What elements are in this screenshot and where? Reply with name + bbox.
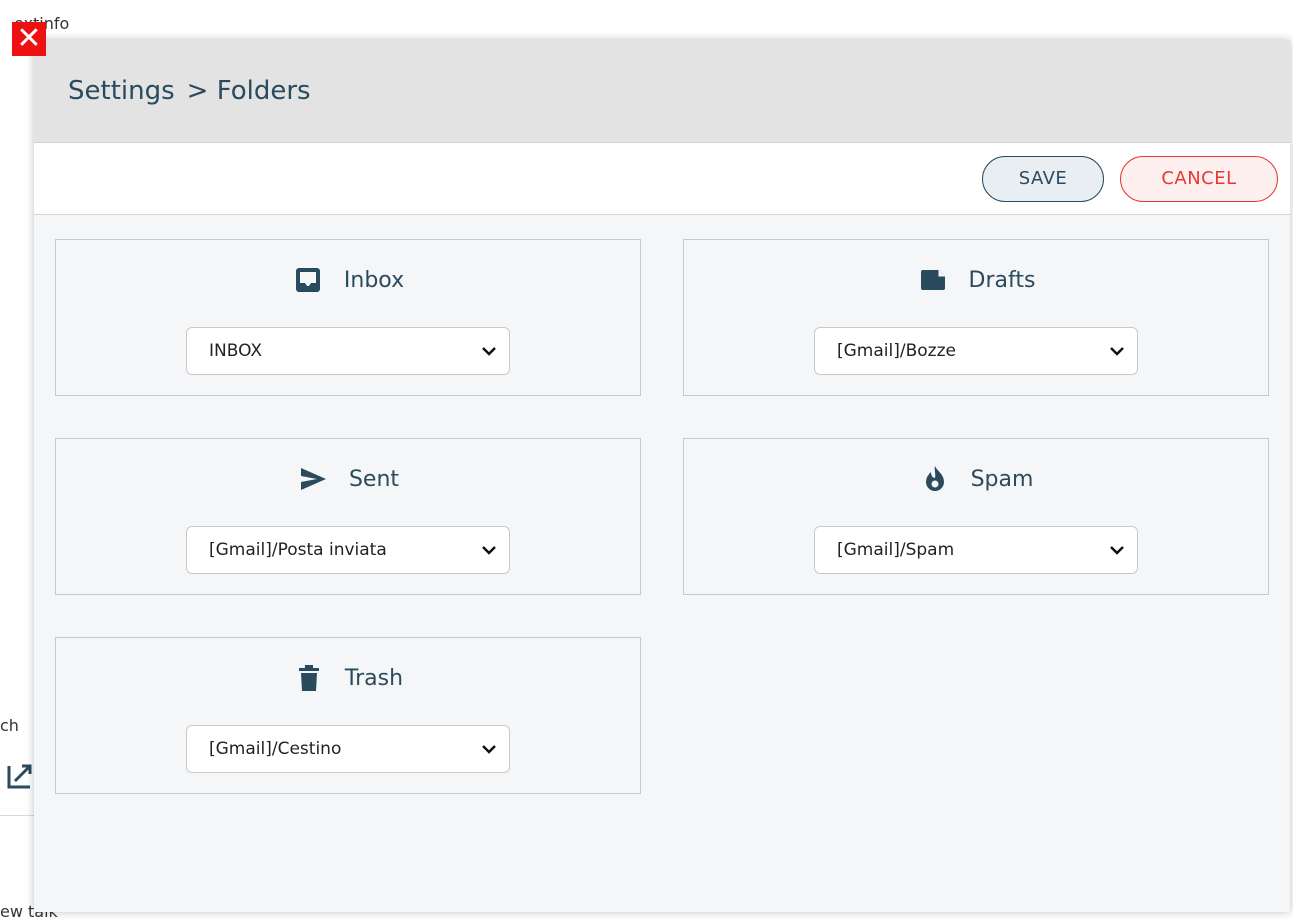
folder-card-sent: Sent [Gmail]/Posta inviata [55,438,641,595]
breadcrumb: Settings > Folders [68,76,311,106]
sent-folder-select[interactable]: [Gmail]/Posta inviata [186,526,510,574]
folder-title: Sent [348,466,400,492]
breadcrumb-settings[interactable]: Settings [68,76,175,106]
save-button[interactable]: SAVE [982,155,1104,202]
modal-toolbar: SAVE CANCEL [34,143,1290,215]
inbox-folder-select[interactable]: INBOX [186,327,510,375]
folder-card-spam: Spam [Gmail]/Spam [683,438,1269,595]
folder-card-trash: Trash [Gmail]/Cestino [55,637,641,794]
select-value: [Gmail]/Cestino [209,739,342,759]
folder-card-inbox: Inbox INBOX [55,239,641,396]
folder-title: Drafts [968,267,1036,293]
drafts-icon [920,270,945,290]
chevron-down-icon [482,745,496,754]
folder-title: Trash [344,665,404,691]
chevron-down-icon [1110,546,1124,555]
fire-icon [925,466,944,491]
external-link-icon[interactable] [6,762,34,790]
inbox-icon [295,268,320,292]
close-icon[interactable]: ✕ [12,22,46,56]
drafts-folder-select[interactable]: [Gmail]/Bozze [814,327,1138,375]
chevron-down-icon [482,546,496,555]
select-value: INBOX [209,341,263,361]
trash-icon [298,665,319,691]
background-app-text: ch [0,716,19,735]
chevron-down-icon [1110,347,1124,356]
cancel-button[interactable]: CANCEL [1120,155,1278,202]
send-icon [300,468,326,490]
folder-title: Spam [970,466,1034,492]
select-value: [Gmail]/Spam [837,540,955,560]
folder-card-drafts: Drafts [Gmail]/Bozze [683,239,1269,396]
select-value: [Gmail]/Bozze [837,341,956,361]
breadcrumb-folders: > Folders [186,76,311,106]
trash-folder-select[interactable]: [Gmail]/Cestino [186,725,510,773]
folder-title: Inbox [343,267,405,293]
chevron-down-icon [482,347,496,356]
modal-header: Settings > Folders [34,40,1290,143]
spam-folder-select[interactable]: [Gmail]/Spam [814,526,1138,574]
settings-modal: Settings > Folders SAVE CANCEL Inbox INB… [34,40,1290,912]
select-value: [Gmail]/Posta inviata [209,540,387,560]
